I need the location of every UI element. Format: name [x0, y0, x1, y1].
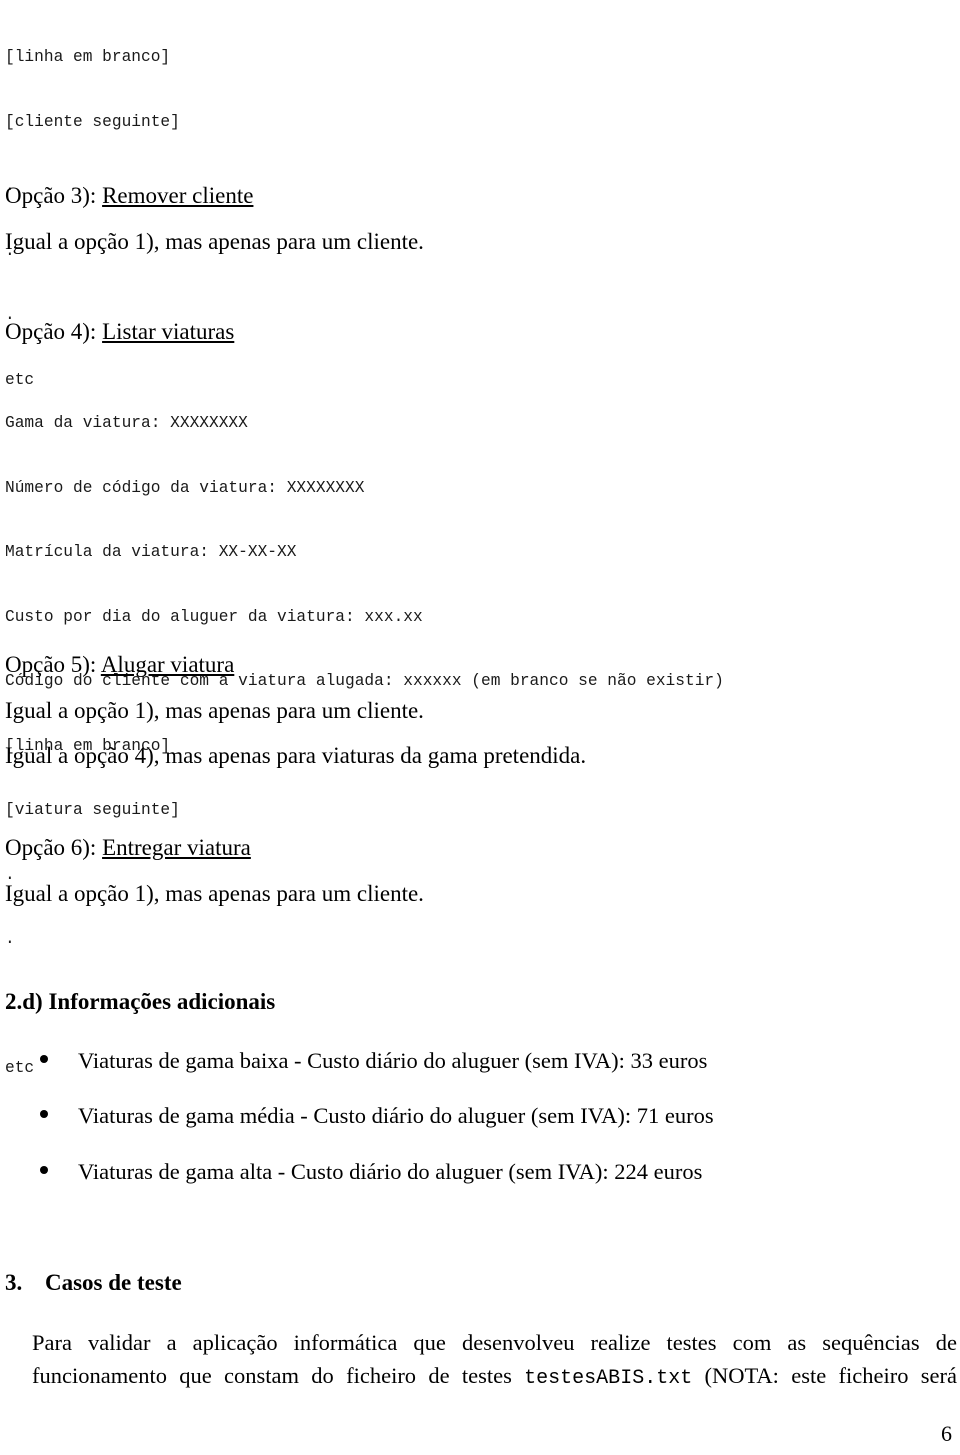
bullet-item-label: Viaturas de gama baixa - Custo diário do… — [78, 1048, 708, 1073]
document-page: [linha em branco] [cliente seguinte] . .… — [0, 0, 960, 1455]
heading-opcao-5-title: Alugar viatura — [100, 652, 235, 677]
heading-opcao-3: Opção 3): Remover cliente — [5, 182, 253, 210]
filename-testes-abis: testesABIS.txt — [524, 1367, 693, 1390]
bullet-item: Viaturas de gama alta - Custo diário do … — [0, 1157, 920, 1187]
heading-opcao-6-title: Entregar viatura — [102, 835, 251, 860]
listing-line: Matrícula da viatura: XX-XX-XX — [5, 543, 297, 561]
paragraph-opcao-6-body-1: Igual a opção 1), mas apenas para um cli… — [5, 881, 424, 906]
paragraph-part-2: (NOTA: este ficheiro será — [692, 1363, 957, 1388]
bullet-item: Viaturas de gama baixa - Custo diário do… — [0, 1046, 920, 1076]
heading-section-3: Casos de teste — [45, 1270, 182, 1295]
heading-opcao-3-title: Remover cliente — [102, 183, 254, 208]
listing-line: . — [5, 930, 15, 948]
heading-opcao-6: Opção 6): Entregar viatura — [5, 834, 251, 862]
heading-section-3-number: 3. — [5, 1270, 23, 1295]
heading-opcao-4-title: Listar viaturas — [102, 319, 235, 344]
paragraph-opcao-5-body-2: Igual a opção 4), mas apenas para viatur… — [5, 743, 587, 768]
bullet-dot-icon — [40, 1166, 48, 1174]
paragraph-opcao-3-body: Igual a opção 1), mas apenas para um cli… — [5, 229, 424, 254]
paragraph-opcao-5-body-1: Igual a opção 1), mas apenas para um cli… — [5, 698, 424, 723]
page-number: 6 — [941, 1421, 952, 1446]
heading-opcao-5-label: Opção 5): — [5, 652, 101, 677]
heading-opcao-3-label: Opção 3): — [5, 183, 103, 208]
listing-line: [viatura seguinte] — [5, 801, 180, 819]
heading-section-2d: 2.d) Informações adicionais — [5, 989, 276, 1014]
bullet-item-label: Viaturas de gama média - Custo diário do… — [78, 1103, 714, 1128]
heading-opcao-5: Opção 5): Alugar viatura — [5, 651, 234, 679]
bullet-item: Viaturas de gama média - Custo diário do… — [0, 1101, 920, 1131]
heading-opcao-6-label: Opção 6): — [5, 835, 103, 860]
bullet-dot-icon — [40, 1055, 48, 1063]
heading-opcao-4: Opção 4): Listar viaturas — [5, 318, 234, 346]
listing-line: Gama da viatura: XXXXXXXX — [5, 414, 248, 432]
listing-line: [cliente seguinte] — [5, 112, 180, 131]
listing-line: [linha em branco] — [5, 48, 171, 66]
bullet-dot-icon — [40, 1110, 48, 1118]
paragraph-casos-de-teste: Para validar a aplicação informática que… — [32, 1326, 957, 1395]
heading-opcao-4-label: Opção 4): — [5, 319, 103, 344]
listing-line: Número de código da viatura: XXXXXXXX — [5, 478, 365, 497]
bullet-item-label: Viaturas de gama alta - Custo diário do … — [78, 1159, 703, 1184]
listing-line: Custo por dia do aluguer da viatura: xxx… — [5, 607, 423, 626]
